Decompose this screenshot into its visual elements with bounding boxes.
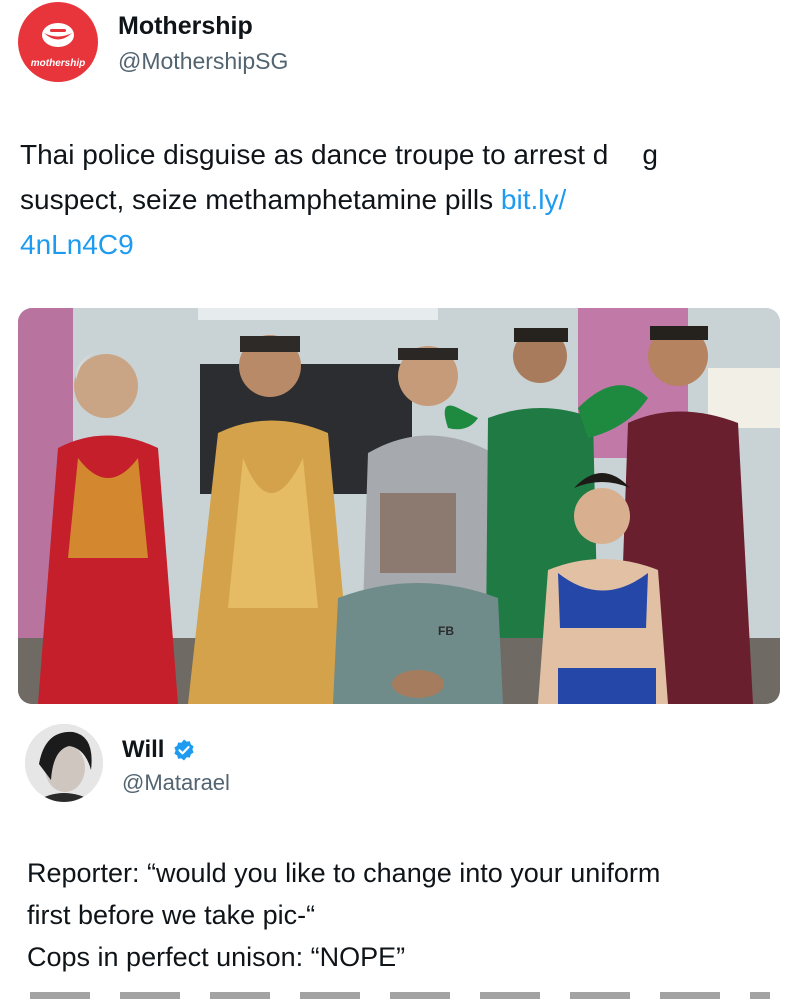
reply-line-2: first before we take pic-“ [27, 900, 316, 930]
post-text: Thai police disguise as dance troupe to … [20, 132, 780, 267]
post-text-line-2: suspect, seize methamphetamine pills bit… [20, 184, 567, 215]
post-photo[interactable]: FB [18, 308, 780, 704]
post-text-line-3: 4nLn4C9 [20, 222, 780, 267]
shirt-logo-text: FB [438, 624, 454, 638]
post-author-handle[interactable]: @MothershipSG [118, 48, 288, 75]
cropped-bottom-edge [30, 992, 770, 999]
reply-author-name-row[interactable]: Will [122, 736, 196, 764]
reply-author-name[interactable]: Will [122, 736, 164, 764]
reply-text: Reporter: “would you like to change into… [27, 852, 787, 978]
mothership-avatar-label: mothership [30, 58, 86, 69]
mothership-logo-icon [42, 23, 74, 47]
group-photo-illustration: FB [18, 308, 780, 704]
post-author-name[interactable]: Mothership [118, 12, 253, 41]
reply-author-avatar[interactable] [25, 724, 103, 802]
reply-line-3: Cops in perfect unison: “NOPE” [27, 942, 406, 972]
post-link[interactable]: bit.ly/ [501, 184, 566, 215]
avatar-portrait-icon [25, 724, 103, 802]
post-text-line-1: Thai police disguise as dance troupe to … [20, 139, 658, 170]
verified-badge-icon [174, 739, 195, 761]
reply-author-handle[interactable]: @Matarael [122, 770, 230, 796]
mothership-avatar[interactable]: mothership [18, 2, 98, 82]
post-link-continued[interactable]: 4nLn4C9 [20, 229, 134, 260]
reply-line-1: Reporter: “would you like to change into… [27, 858, 661, 888]
